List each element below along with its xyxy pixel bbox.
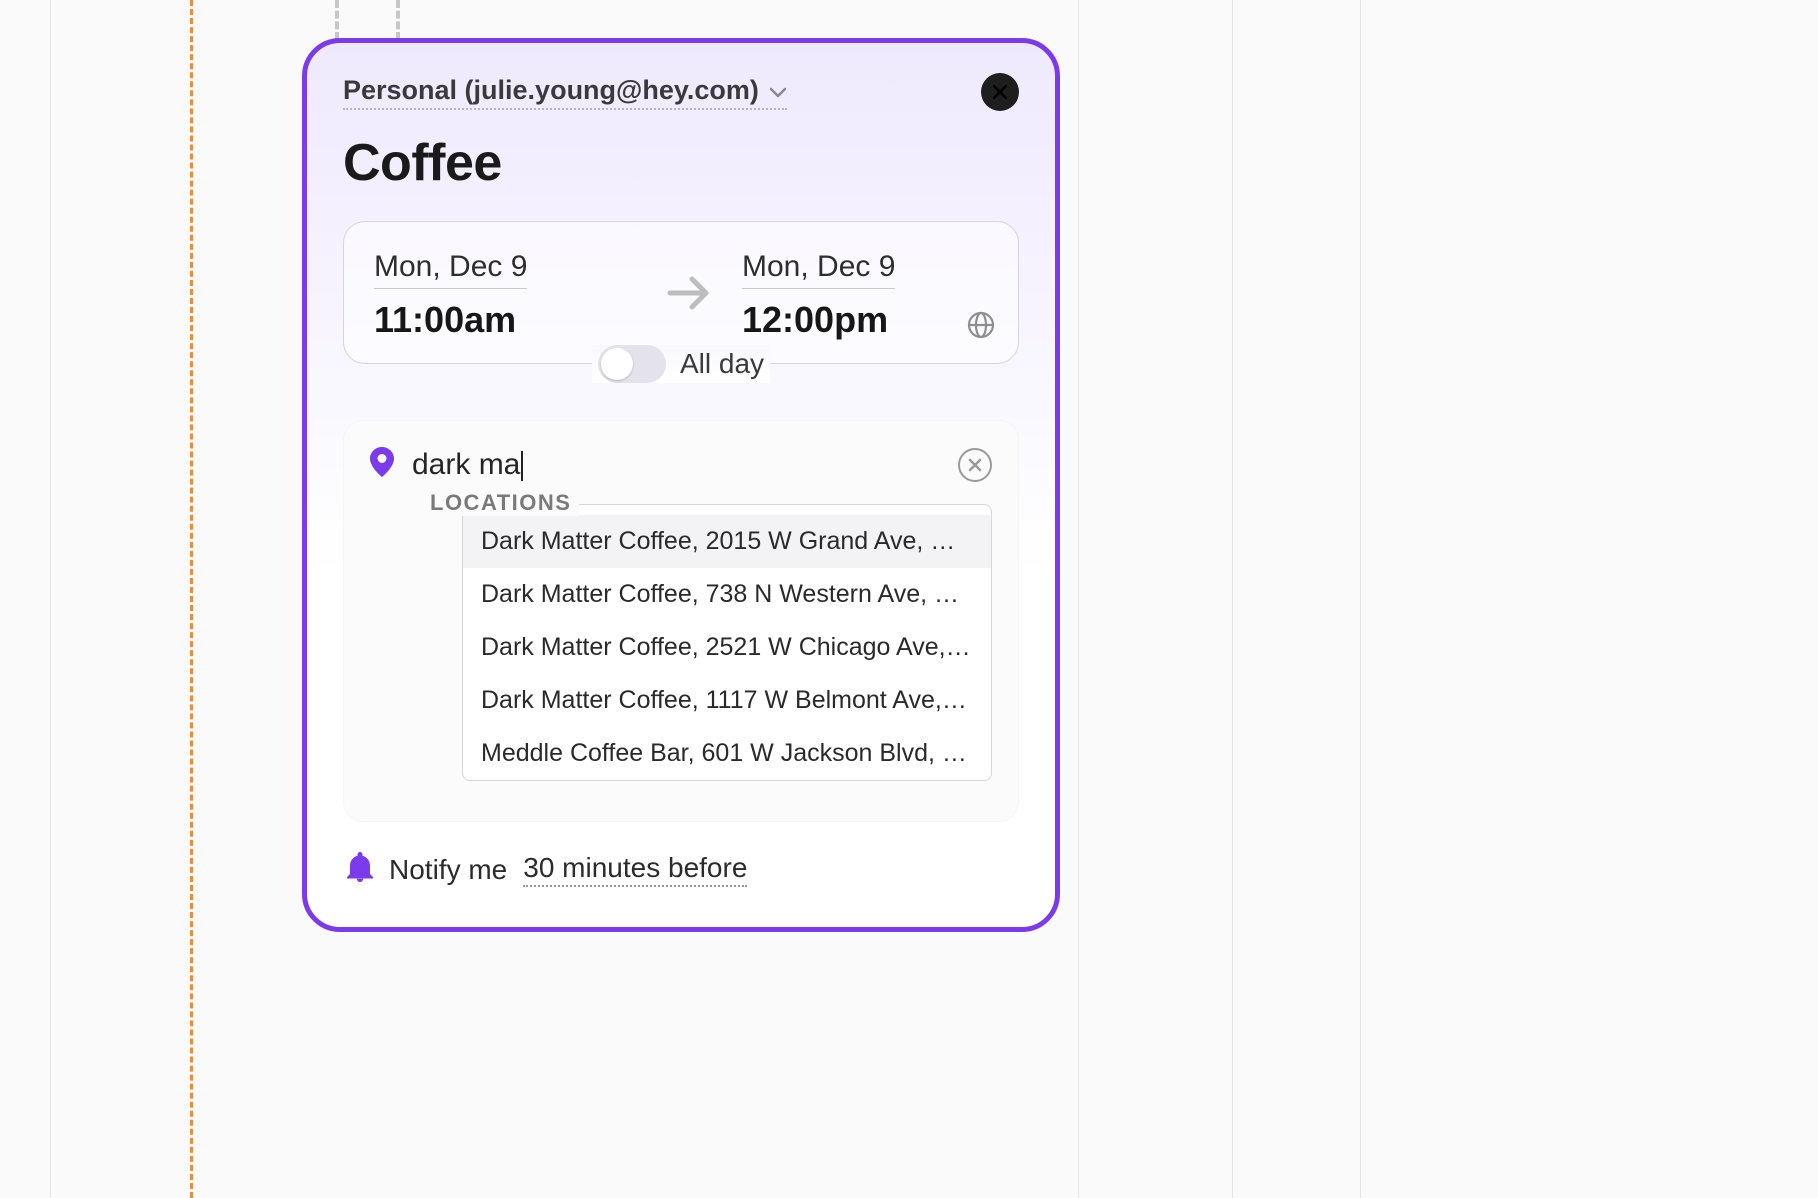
calendar-gridline xyxy=(50,0,51,1198)
location-suggestion-item[interactable]: Dark Matter Coffee, 1117 W Belmont Ave, … xyxy=(463,674,991,727)
calendar-selector-label: Personal (julie.young@hey.com) xyxy=(343,75,759,106)
location-section: dark ma LOCATIONS Dark Matter Coffee, 20… xyxy=(343,420,1019,822)
locations-header: LOCATIONS xyxy=(422,490,579,516)
end-date[interactable]: Mon, Dec 9 xyxy=(742,250,895,289)
bell-icon xyxy=(347,852,373,887)
start-time-block[interactable]: Mon, Dec 9 11:00am xyxy=(374,250,634,341)
location-suggestion-item[interactable]: Dark Matter Coffee, 738 N Western Ave, C… xyxy=(463,568,991,621)
timezone-button[interactable] xyxy=(966,310,996,345)
start-date[interactable]: Mon, Dec 9 xyxy=(374,250,527,289)
all-day-row: All day xyxy=(582,345,780,383)
end-time-block[interactable]: Mon, Dec 9 12:00pm xyxy=(742,250,1002,341)
all-day-toggle[interactable] xyxy=(598,345,666,383)
text-caret xyxy=(521,451,523,481)
time-row: Mon, Dec 9 11:00am Mon, Dec 9 12:00pm xyxy=(374,250,988,341)
calendar-selector[interactable]: Personal (julie.young@hey.com) xyxy=(343,75,787,110)
location-suggestion-item[interactable]: Dark Matter Coffee, 2521 W Chicago Ave, … xyxy=(463,621,991,674)
notify-time-selector[interactable]: 30 minutes before xyxy=(523,852,747,887)
calendar-gridline xyxy=(1078,0,1079,1198)
all-day-label: All day xyxy=(680,348,764,380)
event-title-input[interactable]: Coffee xyxy=(343,133,1019,193)
time-card: Mon, Dec 9 11:00am Mon, Dec 9 12:00pm xyxy=(343,221,1019,364)
toggle-knob xyxy=(601,348,633,380)
location-suggestion-item[interactable]: Dark Matter Coffee, 2015 W Grand Ave, Ch… xyxy=(463,515,991,568)
notify-prefix: Notify me xyxy=(389,854,507,886)
globe-icon xyxy=(966,310,996,340)
location-suggestions-dropdown: Dark Matter Coffee, 2015 W Grand Ave, Ch… xyxy=(462,504,992,781)
location-suggestion-item[interactable]: Meddle Coffee Bar, 601 W Jackson Blvd, C… xyxy=(463,727,991,780)
location-input[interactable]: dark ma xyxy=(412,448,940,482)
arrow-right-icon xyxy=(664,273,712,318)
x-icon xyxy=(968,458,982,472)
start-time[interactable]: 11:00am xyxy=(374,299,634,341)
close-button[interactable] xyxy=(981,73,1019,111)
location-input-value: dark ma xyxy=(412,448,520,481)
chevron-down-icon xyxy=(769,75,787,106)
end-time[interactable]: 12:00pm xyxy=(742,299,1002,341)
modal-header: Personal (julie.young@hey.com) xyxy=(343,73,1019,111)
calendar-gridline xyxy=(1232,0,1233,1198)
clear-location-button[interactable] xyxy=(958,448,992,482)
notification-row[interactable]: Notify me 30 minutes before xyxy=(343,852,1019,887)
location-pin-icon xyxy=(370,447,394,482)
event-editor-modal: Personal (julie.young@hey.com) Coffee Mo… xyxy=(302,38,1060,932)
calendar-grid-dash xyxy=(396,0,400,40)
current-time-indicator xyxy=(190,0,193,1198)
location-input-row: dark ma xyxy=(370,447,992,482)
calendar-grid-dash xyxy=(335,0,339,40)
close-icon xyxy=(991,83,1009,101)
calendar-gridline xyxy=(1360,0,1361,1198)
